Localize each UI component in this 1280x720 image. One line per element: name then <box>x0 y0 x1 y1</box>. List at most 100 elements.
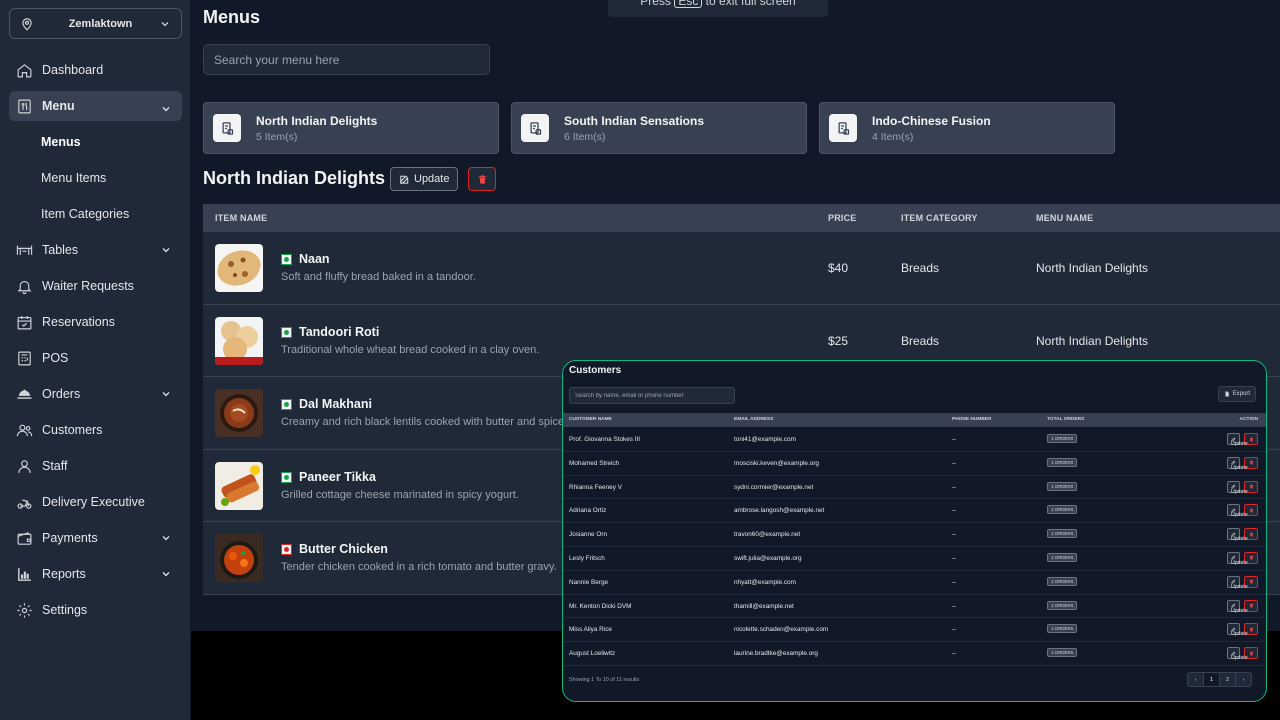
trash-icon <box>1249 460 1253 465</box>
sidebar-item-label: Waiter Requests <box>42 279 134 293</box>
table-row[interactable]: Nannie Berge nhyatt@example.com -- 1 Orders… <box>563 571 1266 595</box>
delete-menu-button[interactable] <box>468 167 496 191</box>
item-name: Dal Makhani <box>299 397 372 412</box>
customer-name: Mr. Kenton Dicki DVM <box>569 602 632 610</box>
table-row[interactable]: Adriana Ortiz ambrose.langosh@example.net… <box>563 499 1266 524</box>
item-name: Paneer Tikka <box>299 469 376 484</box>
menu-card-count: 4 Item(s) <box>872 130 914 143</box>
table-row[interactable]: August Loeliwitz laurine.bradtke@example.… <box>563 642 1266 666</box>
table-row[interactable]: Prof. Giovanna Stokes III toni41@example.… <box>563 428 1266 452</box>
sidebar-item-reports[interactable]: Reports <box>9 556 182 592</box>
customer-name: Josianne Orn <box>569 531 608 539</box>
customer-phone: -- <box>952 531 957 539</box>
table-row[interactable]: Lesly Fritsch swift.julia@example.org -- 1 … <box>563 547 1266 571</box>
orders-badge[interactable]: 1 Orders <box>1047 529 1078 539</box>
orders-badge[interactable]: 1 Orders <box>1047 505 1078 515</box>
customers-table-header: Customer Name Email Address Phone Number… <box>563 413 1266 427</box>
customer-phone: -- <box>952 459 957 467</box>
sidebar-item-waiter-requests[interactable]: Waiter Requests <box>9 268 182 304</box>
col-phone: Phone Number <box>952 417 992 422</box>
orders-badge[interactable]: 1 Orders <box>1047 457 1078 467</box>
sidebar-subitem-menus[interactable]: Menus <box>9 124 182 160</box>
sidebar-item-label: Reservations <box>42 315 115 329</box>
scooter-icon <box>15 493 33 511</box>
customer-email: travon60@example.net <box>734 531 801 539</box>
customer-name: Lesly Fritsch <box>569 554 605 562</box>
item-category: Breads <box>901 261 940 275</box>
customer-search-input[interactable] <box>575 392 734 399</box>
orders-badge[interactable]: 1 Orders <box>1047 648 1078 658</box>
trash-icon <box>478 174 486 184</box>
update-customer-button[interactable]: Update <box>1227 456 1248 471</box>
table-row[interactable]: Josianne Orn travon60@example.net -- 1 Orde… <box>563 523 1266 547</box>
update-customer-button[interactable]: Update <box>1227 575 1248 590</box>
page-2-button[interactable]: 2 <box>1219 672 1236 687</box>
menu-card[interactable]: Indo-Chinese Fusion 4 Item(s) <box>819 102 1115 154</box>
sidebar-subitem-item-categories[interactable]: Item Categories <box>9 196 182 232</box>
chevron-down-icon <box>162 107 170 112</box>
col-total-orders: Total Orders <box>1047 417 1085 422</box>
orders-badge[interactable]: 1 Orders <box>1047 481 1078 491</box>
table-row[interactable]: Mohamed Streich mosciski.keven@example.or… <box>563 452 1266 476</box>
update-customer-button[interactable]: Update <box>1227 647 1248 661</box>
sidebar-item-payments[interactable]: Payments <box>9 520 182 556</box>
prev-page-button[interactable]: ‹ <box>1187 672 1204 687</box>
row-actions: Update <box>1227 647 1258 661</box>
table-row[interactable]: Mr. Kenton Dicki DVM thamill@example.net -… <box>563 595 1266 619</box>
menu-card[interactable]: South Indian Sensations 6 Item(s) <box>511 102 807 154</box>
orders-badge[interactable]: 1 Orders <box>1047 434 1078 443</box>
branch-selector[interactable]: Zemlaktown <box>9 8 182 39</box>
sidebar-item-reservations[interactable]: Reservations <box>9 304 182 340</box>
orders-badge[interactable]: 1 Orders <box>1047 576 1078 586</box>
sidebar-item-delivery-executive[interactable]: Delivery Executive <box>9 484 182 520</box>
pos-icon <box>15 349 33 367</box>
sidebar-subitem-menu-items[interactable]: Menu Items <box>9 160 182 196</box>
menu-card-title: Indo-Chinese Fusion <box>872 113 991 128</box>
table-row[interactable]: Rhianna Feeney V sydni.cormier@example.ne… <box>563 476 1266 500</box>
sidebar-item-menu[interactable]: Menu <box>9 91 182 121</box>
orders-badge[interactable]: 1 Orders <box>1047 624 1078 634</box>
customer-email: thamill@example.net <box>734 602 794 610</box>
menu-search-input[interactable] <box>214 52 479 67</box>
update-customer-button[interactable]: Update <box>1227 504 1248 518</box>
update-customer-button[interactable]: Update <box>1227 433 1248 447</box>
update-customer-button[interactable]: Update <box>1227 480 1248 495</box>
table-icon <box>15 241 33 259</box>
table-header: Item Name Price Item Category Menu Name <box>203 204 1280 232</box>
table-row[interactable]: Miss Aliya Rice nicolette.schaden@example… <box>563 618 1266 643</box>
update-customer-button[interactable]: Update <box>1227 623 1248 637</box>
cloche-icon <box>15 385 33 403</box>
trash-icon <box>1249 603 1253 608</box>
orders-badge[interactable]: 1 Orders <box>1047 552 1078 562</box>
menu-card-title: North Indian Delights <box>256 113 378 128</box>
sidebar-item-staff[interactable]: Staff <box>9 448 182 484</box>
export-button[interactable]: Export <box>1217 386 1256 402</box>
update-customer-button[interactable]: Update <box>1227 599 1248 614</box>
page-1-button[interactable]: 1 <box>1203 672 1220 687</box>
customers-panel: Customers Export Customer Name Email Add… <box>562 360 1267 702</box>
menu-card[interactable]: North Indian Delights 5 Item(s) <box>203 102 499 154</box>
customer-email: mosciski.keven@example.org <box>734 459 819 467</box>
calendar-check-icon <box>15 313 33 331</box>
trash-icon <box>1249 627 1253 632</box>
orders-badge[interactable]: 1 Orders <box>1047 600 1078 610</box>
sidebar-item-dashboard[interactable]: Dashboard <box>9 52 182 88</box>
sidebar-item-settings[interactable]: Settings <box>9 592 182 628</box>
update-menu-button[interactable]: Update <box>390 167 459 191</box>
page-title: Menus <box>203 7 261 27</box>
sidebar-item-customers[interactable]: Customers <box>9 412 182 448</box>
sidebar-item-pos[interactable]: POS <box>9 340 182 376</box>
menu-book-icon <box>15 97 33 115</box>
toast-text-after: to exit full screen <box>705 0 796 8</box>
item-price: $25 <box>828 333 849 348</box>
col-item-category: Item Category <box>901 213 978 223</box>
file-icon <box>1225 391 1229 397</box>
update-customer-button[interactable]: Update <box>1227 551 1248 566</box>
item-description: Soft and fluffy bread baked in a tandoor… <box>281 271 476 283</box>
table-row[interactable]: Naan Soft and fluffy bread baked in a ta… <box>203 232 1280 305</box>
sidebar-item-tables[interactable]: Tables <box>9 232 182 268</box>
customer-search <box>569 387 735 404</box>
update-customer-button[interactable]: Update <box>1227 528 1248 542</box>
next-page-button[interactable]: › <box>1235 672 1252 687</box>
sidebar-item-orders[interactable]: Orders <box>9 376 182 412</box>
